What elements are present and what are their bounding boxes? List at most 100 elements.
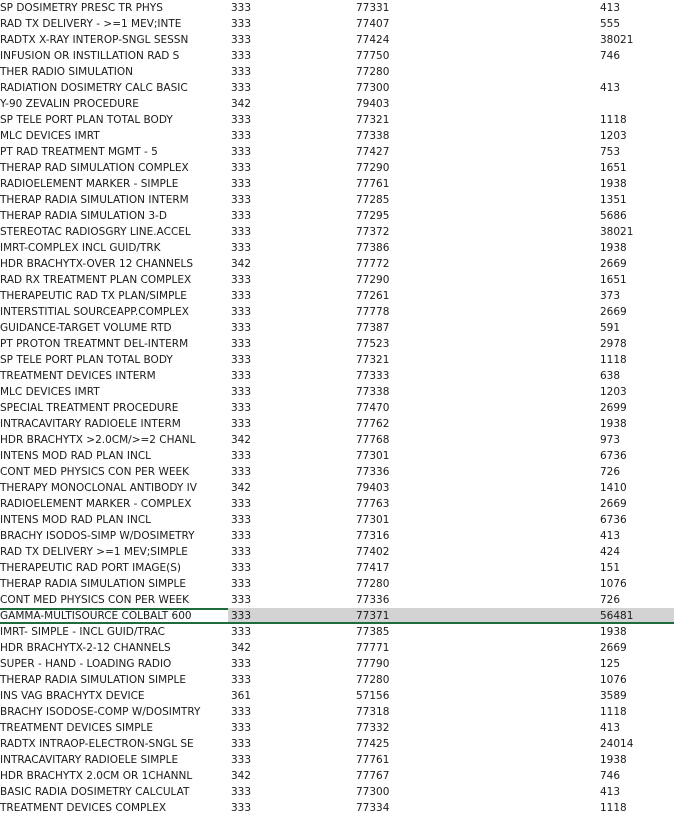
cell-rev-code[interactable]: 333 [231,592,291,608]
cell-cpt-code[interactable]: 77470 [356,400,436,416]
table-row[interactable]: RAD RX TREATMENT PLAN COMPLEX 333 77290 165… [0,272,674,288]
cell-amount[interactable]: 5686 [600,208,674,224]
table-row[interactable]: RADTX X-RAY INTEROP-SNGL SESSN 333 77424 38… [0,32,674,48]
cell-description[interactable]: IMRT- SIMPLE - INCL GUID/TRAC [0,624,226,640]
cell-amount[interactable]: 1203 [600,384,674,400]
cell-description[interactable]: INTENS MOD RAD PLAN INCL [0,448,226,464]
cell-cpt-code[interactable]: 77372 [356,224,436,240]
cell-cpt-code[interactable]: 77772 [356,256,436,272]
cell-rev-code[interactable]: 333 [231,368,291,384]
cell-cpt-code[interactable]: 77402 [356,544,436,560]
table-row[interactable]: TREATMENT DEVICES INTERM 333 77333 638 [0,368,674,384]
cell-amount[interactable] [600,96,674,112]
cell-rev-code[interactable]: 342 [231,256,291,272]
table-row[interactable]: HDR BRACHYTX-OVER 12 CHANNELS 342 77772 266… [0,256,674,272]
cell-cpt-code[interactable]: 77767 [356,768,436,784]
cell-description[interactable]: SUPER - HAND - LOADING RADIO [0,656,226,672]
cell-amount[interactable]: 413 [600,0,674,16]
table-row[interactable]: RADIOELEMENT MARKER - COMPLEX 333 77763 266… [0,496,674,512]
cell-amount[interactable]: 413 [600,784,674,800]
cell-rev-code[interactable]: 333 [231,704,291,720]
table-row[interactable]: PT PROTON TREATMNT DEL-INTERM 333 77523 297… [0,336,674,352]
table-row[interactable]: THER RADIO SIMULATION 333 77280 [0,64,674,80]
cell-amount[interactable]: 726 [600,464,674,480]
cell-cpt-code[interactable]: 77336 [356,464,436,480]
cell-cpt-code[interactable]: 77417 [356,560,436,576]
cell-amount[interactable]: 373 [600,288,674,304]
cell-description[interactable]: MLC DEVICES IMRT [0,384,226,400]
cell-description[interactable]: TREATMENT DEVICES COMPLEX [0,800,226,816]
cell-amount[interactable]: 1203 [600,128,674,144]
cell-amount[interactable]: 413 [600,720,674,736]
cell-cpt-code[interactable]: 77321 [356,112,436,128]
cell-description[interactable]: SPECIAL TREATMENT PROCEDURE [0,400,226,416]
cell-amount[interactable]: 125 [600,656,674,672]
table-row[interactable]: INFUSION OR INSTILLATION RAD S 333 77750 74… [0,48,674,64]
cell-amount[interactable]: 38021 [600,32,674,48]
cell-cpt-code[interactable]: 77750 [356,48,436,64]
table-row[interactable]: THERAP RADIA SIMULATION SIMPLE 333 77280 10… [0,576,674,592]
table-row[interactable]: CONT MED PHYSICS CON PER WEEK 333 77336 726 [0,464,674,480]
table-row[interactable]: TREATMENT DEVICES COMPLEX 333 77334 1118 [0,800,674,816]
table-row[interactable]: RAD TX DELIVERY >=1 MEV;SIMPLE 333 77402 42… [0,544,674,560]
cell-description[interactable]: THERAP RADIA SIMULATION SIMPLE [0,672,226,688]
table-row[interactable]: PT RAD TREATMENT MGMT - 5 333 77427 753 [0,144,674,160]
cell-rev-code[interactable]: 333 [231,416,291,432]
cell-rev-code[interactable]: 333 [231,400,291,416]
cell-rev-code[interactable]: 333 [231,720,291,736]
cell-description[interactable]: CONT MED PHYSICS CON PER WEEK [0,464,226,480]
cell-amount[interactable]: 3589 [600,688,674,704]
cell-amount[interactable]: 1938 [600,176,674,192]
cell-amount[interactable]: 726 [600,592,674,608]
table-row[interactable]: BRACHY ISODOS-SIMP W/DOSIMETRY 333 77316 41… [0,528,674,544]
cell-amount[interactable]: 6736 [600,448,674,464]
cell-description[interactable]: THERAP RAD SIMULATION COMPLEX [0,160,226,176]
cell-amount[interactable]: 2669 [600,304,674,320]
table-row[interactable]: THERAPEUTIC RAD PORT IMAGE(S) 333 77417 151 [0,560,674,576]
cell-amount[interactable]: 1651 [600,160,674,176]
cell-amount[interactable]: 1351 [600,192,674,208]
cell-rev-code[interactable]: 333 [231,48,291,64]
cell-description[interactable]: THERAPEUTIC RAD TX PLAN/SIMPLE [0,288,226,304]
cell-rev-code[interactable]: 333 [231,448,291,464]
cell-amount[interactable]: 2669 [600,496,674,512]
cell-amount[interactable]: 2978 [600,336,674,352]
table-row[interactable]: SPECIAL TREATMENT PROCEDURE 333 77470 2699 [0,400,674,416]
cell-rev-code[interactable]: 333 [231,736,291,752]
cell-rev-code[interactable]: 333 [231,128,291,144]
cell-amount[interactable]: 1938 [600,416,674,432]
cell-amount[interactable]: 1938 [600,240,674,256]
cell-description[interactable]: BRACHY ISODOSE-COMP W/DOSIMTRY [0,704,226,720]
cell-cpt-code[interactable]: 77332 [356,720,436,736]
cell-rev-code[interactable]: 333 [228,608,356,624]
cell-description[interactable]: BASIC RADIA DOSIMETRY CALCULAT [0,784,226,800]
cell-description[interactable]: INS VAG BRACHYTX DEVICE [0,688,226,704]
cell-amount[interactable]: 746 [600,768,674,784]
cell-cpt-code[interactable]: 77768 [356,432,436,448]
cell-rev-code[interactable]: 333 [231,352,291,368]
cell-cpt-code[interactable]: 77338 [356,128,436,144]
cell-cpt-code[interactable]: 77285 [356,192,436,208]
cell-description[interactable]: HDR BRACHYTX-OVER 12 CHANNELS [0,256,226,272]
table-row[interactable]: BRACHY ISODOSE-COMP W/DOSIMTRY 333 77318 11… [0,704,674,720]
cell-description[interactable]: MLC DEVICES IMRT [0,128,226,144]
table-row[interactable]: INS VAG BRACHYTX DEVICE 361 57156 3589 [0,688,674,704]
table-row[interactable]: INTRACAVITARY RADIOELE SIMPLE 333 77761 193… [0,752,674,768]
cell-description[interactable]: RADTX X-RAY INTEROP-SNGL SESSN [0,32,226,48]
cell-rev-code[interactable]: 333 [231,512,291,528]
cell-cpt-code[interactable]: 77762 [356,416,436,432]
cell-cpt-code[interactable]: 77280 [356,576,436,592]
cell-cpt-code[interactable]: 77523 [356,336,436,352]
cell-rev-code[interactable]: 333 [231,624,291,640]
cell-description[interactable]: HDR BRACHYTX >2.0CM/>=2 CHANL [0,432,226,448]
cell-description[interactable]: RAD TX DELIVERY - >=1 MEV;INTE [0,16,226,32]
cell-rev-code[interactable]: 333 [231,784,291,800]
cell-amount[interactable]: 424 [600,544,674,560]
cell-amount[interactable]: 2669 [600,640,674,656]
cell-amount[interactable]: 1938 [600,624,674,640]
cell-description[interactable]: SP TELE PORT PLAN TOTAL BODY [0,352,226,368]
cell-amount[interactable]: 2699 [600,400,674,416]
cell-rev-code[interactable]: 342 [231,480,291,496]
table-row[interactable]: SP TELE PORT PLAN TOTAL BODY 333 77321 1118 [0,352,674,368]
table-row[interactable]: RAD TX DELIVERY - >=1 MEV;INTE 333 77407 55… [0,16,674,32]
